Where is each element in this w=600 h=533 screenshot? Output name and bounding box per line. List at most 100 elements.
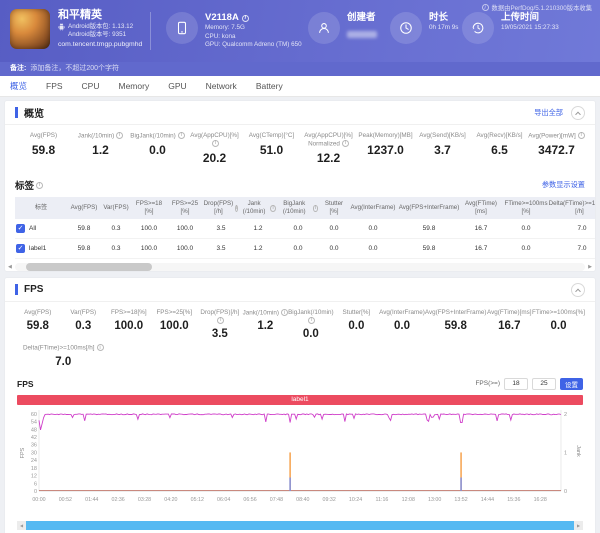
label1-marker-bar[interactable]: label1 — [17, 394, 583, 405]
info-icon[interactable] — [270, 204, 276, 212]
svg-text:12:08: 12:08 — [402, 497, 415, 503]
info-icon[interactable] — [217, 317, 225, 325]
fps-threshold-label: FPS(>=) — [475, 380, 500, 388]
display-settings-link[interactable]: 参数显示设置 — [542, 180, 585, 190]
metric: BigJank(/10min) 0.0 — [288, 309, 334, 340]
table-cell: 100.0 — [131, 219, 167, 240]
metric-value: 6.5 — [491, 143, 508, 157]
info-icon[interactable] — [281, 309, 289, 317]
duration-block: 时长 0h 17m 9s — [390, 12, 458, 44]
metric: Avg(FPS+InterFrame) 59.8 — [425, 309, 487, 340]
app-version-line2: Android版本号: 9351 — [68, 30, 127, 38]
metric: Peak(Memory)[MB] 1237.0 — [357, 132, 414, 165]
tab-memory[interactable]: Memory — [119, 81, 150, 91]
svg-text:18: 18 — [31, 465, 37, 471]
metric: Jank(/10min) 1.2 — [243, 309, 289, 340]
table-hscrollbar[interactable]: ◀ ▶ — [8, 263, 592, 272]
fps-threshold-input-1[interactable] — [504, 377, 528, 390]
metric: Avg(Recv)[KB/s] 6.5 — [471, 132, 528, 165]
fps-threshold-input-2[interactable] — [532, 377, 556, 390]
column-header: FPS>=25 [%] — [171, 200, 199, 216]
metric-value: 59.8 — [26, 320, 49, 333]
metric-value: 3.5 — [211, 328, 228, 341]
table-cell: 100.0 — [167, 219, 203, 240]
history-icon — [462, 12, 494, 44]
tab-概览[interactable]: 概览 — [10, 80, 27, 92]
info-icon[interactable] — [235, 204, 239, 212]
table-cell: 100.0 — [131, 239, 167, 260]
row-checkbox[interactable]: ✓ — [16, 244, 25, 254]
overview-metrics: Avg(FPS) 59.8 Jank(/10min) 1.2 BigJank(/10mi… — [5, 125, 595, 174]
table-cell: 59.8 — [397, 219, 461, 240]
metric-value: 1.2 — [92, 143, 109, 158]
svg-text:36: 36 — [31, 442, 37, 448]
scrollbar-thumb[interactable] — [26, 263, 152, 272]
info-icon[interactable] — [96, 344, 104, 352]
device-gpu: GPU: Qualcomm Adreno (TM) 650 — [205, 40, 302, 48]
row-label: All — [29, 224, 37, 232]
note-bar[interactable]: 备注: 添加备注，不超过200个字符 — [0, 62, 600, 76]
metric-value: 20.2 — [202, 151, 227, 166]
metric-value: 59.8 — [31, 143, 56, 157]
collapse-button[interactable] — [571, 105, 585, 120]
metric: Drop(FPS)[/h] 3.5 — [197, 309, 243, 340]
metric-label: Avg(AppCPU)[%] Normalized — [300, 132, 357, 148]
svg-text:24: 24 — [31, 458, 37, 464]
table-row[interactable]: ✓ label1 59.8 0.3 100.0 100.0 3.5 1.2 0.0 0.0 0.0 5… — [15, 239, 595, 260]
info-icon[interactable] — [308, 317, 316, 325]
info-icon[interactable] — [212, 139, 219, 147]
device-memory: Memory: 7.5G — [205, 24, 245, 32]
row-checkbox[interactable]: ✓ — [16, 224, 25, 234]
metric: BigJank(/10min) 0.0 — [129, 132, 186, 165]
user-icon — [308, 12, 340, 44]
table-cell: 0.0 — [319, 239, 349, 260]
info-icon[interactable] — [312, 204, 318, 212]
tab-network[interactable]: Network — [206, 81, 237, 91]
metric-value: 0.0 — [149, 143, 166, 158]
metric-value: 59.8 — [444, 320, 467, 333]
table-header-row: 标签 Avg(FPS) Var(FPS) FPS>=18 [%] FPS>=25 [%]… — [15, 197, 595, 220]
arrow-right-icon[interactable]: ▶ — [574, 520, 583, 530]
tab-gpu[interactable]: GPU — [168, 81, 186, 91]
fps-chart[interactable]: 0 6 12 18 24 30 36 42 48 54 60 0 1 2 FPS Jank 00:00 00:52… — [5, 407, 595, 520]
column-header: Avg(FPS+InterFrame) — [398, 204, 460, 212]
apply-threshold-button[interactable]: 设置 — [560, 377, 583, 390]
chart-hscrollbar[interactable]: ◀ ▶ — [17, 520, 583, 530]
metric-label: Var(FPS) — [70, 309, 97, 317]
collapse-button[interactable] — [571, 282, 585, 297]
metric-value: 12.2 — [316, 151, 341, 166]
row-label-cell: ✓ All — [15, 219, 67, 240]
metric: Avg(InterFrame) 0.0 — [379, 309, 425, 340]
arrow-right-icon[interactable]: ▶ — [588, 263, 592, 271]
info-icon[interactable] — [241, 14, 249, 22]
metric: Stutter[%] 0.0 — [334, 309, 380, 340]
info-icon[interactable] — [577, 132, 585, 139]
creator-block: 创建者 — [308, 12, 377, 45]
info-icon[interactable] — [177, 132, 185, 139]
metric-value: 16.7 — [498, 320, 521, 333]
info-icon[interactable] — [116, 132, 124, 139]
svg-text:06:56: 06:56 — [243, 497, 256, 503]
tab-cpu[interactable]: CPU — [82, 81, 100, 91]
svg-text:54: 54 — [31, 419, 37, 425]
info-icon[interactable] — [341, 139, 349, 147]
export-all-link[interactable]: 导出全部 — [534, 108, 563, 118]
fps-line-chart[interactable]: 06121824303642485460012FPS Jank00:00 00:52… — [17, 407, 583, 515]
tab-battery[interactable]: Battery — [256, 81, 283, 91]
clock-icon — [390, 12, 422, 44]
table-cell: 1.2 — [239, 219, 277, 240]
svg-text:30: 30 — [31, 450, 37, 456]
info-icon[interactable] — [36, 181, 44, 189]
metric: Avg(AppCPU)[%] 20.2 — [186, 132, 243, 165]
table-row[interactable]: ✓ All 59.8 0.3 100.0 100.0 3.5 1.2 0.0 0.0 0.0 59.8… — [15, 219, 595, 240]
chart-scrollbar-thumb[interactable] — [26, 520, 574, 530]
svg-text:Jank: Jank — [575, 445, 581, 457]
labels-section-title: 标签 — [15, 181, 35, 193]
arrow-left-icon[interactable]: ◀ — [17, 520, 26, 530]
upload-time-value: 19/05/2021 15:27:33 — [501, 24, 559, 32]
column-header: Avg(FPS) — [70, 204, 98, 212]
tab-fps[interactable]: FPS — [46, 81, 63, 91]
device-model: V2118A — [205, 12, 239, 23]
metric: Avg(FTime)[ms] 16.7 — [487, 309, 533, 340]
arrow-left-icon[interactable]: ◀ — [8, 263, 12, 271]
